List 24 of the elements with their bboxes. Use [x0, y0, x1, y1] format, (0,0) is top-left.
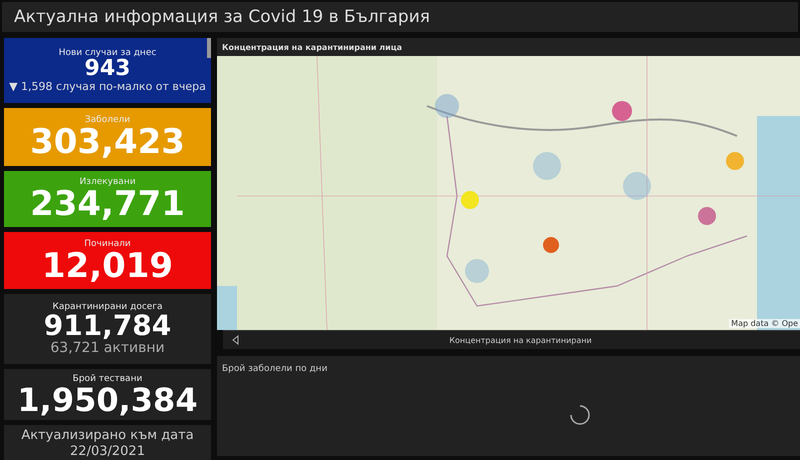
stat-value: 943	[84, 58, 130, 80]
update-label: Актуализирано към дата	[21, 428, 194, 444]
scrollbar-thumb[interactable]	[207, 38, 211, 58]
stat-label: Починали	[84, 238, 131, 248]
stat-value: 234,771	[30, 187, 185, 221]
stat-value: 1,950,384	[17, 384, 198, 416]
stat-label: Излекувани	[79, 177, 136, 187]
caret-left-icon[interactable]	[231, 335, 241, 345]
stat-label: Нови случаи за днес	[58, 48, 156, 58]
panel-title: Брой заболели по дни	[221, 363, 328, 374]
stat-label: Заболели	[84, 115, 130, 125]
stat-label: Брой тествани	[72, 374, 142, 384]
loading-spinner-icon	[569, 404, 591, 426]
panel-title: Концентрация на карантинирани лица	[222, 42, 402, 52]
stat-note: 63,721 активни	[50, 340, 165, 356]
stat-value: 303,423	[30, 125, 185, 159]
stat-value: 12,019	[42, 248, 174, 282]
stat-value: 911,784	[44, 312, 172, 340]
stat-label: Карантинирани досега	[52, 302, 163, 312]
update-date: 22/03/2021	[70, 444, 145, 460]
map-attribution: Map data © Ope	[729, 319, 800, 328]
stat-note: ▼ 1,598 случая по-малко от вчера	[9, 80, 206, 93]
map-caption: Концентрация на карантинирани	[448, 336, 593, 344]
page-title: Актуална информация за Covid 19 в България	[14, 7, 430, 27]
